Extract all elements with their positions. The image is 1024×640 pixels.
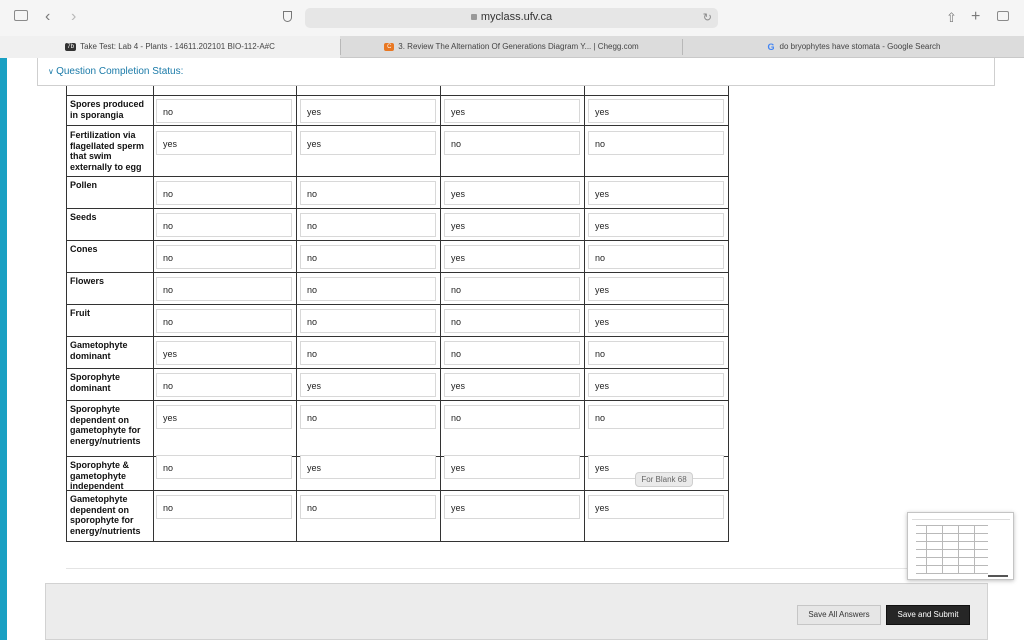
new-tab-icon[interactable]: + — [971, 9, 980, 25]
answer-field[interactable]: yes — [444, 213, 580, 237]
answer-field[interactable]: no — [300, 245, 436, 269]
divider — [66, 568, 996, 569]
save-all-answers-button[interactable]: Save All Answers — [797, 605, 881, 625]
tab-take-test[interactable]: 7b Take Test: Lab 4 - Plants - 14611.2021… — [0, 36, 340, 58]
answer-field[interactable]: no — [444, 309, 580, 333]
answer-field[interactable]: no — [300, 309, 436, 333]
row-label-cones: Cones — [70, 244, 98, 254]
answer-field[interactable]: no — [156, 455, 292, 479]
address-bar[interactable]: myclass.ufv.ca ↻ — [305, 8, 718, 28]
answer-field[interactable]: yes — [156, 405, 292, 429]
row-label-fertilization: Fertilization via flagellated sperm that… — [70, 130, 145, 172]
tab-overview-icon[interactable] — [997, 11, 1009, 21]
google-favicon-icon: G — [767, 41, 775, 52]
answer-field[interactable]: no — [300, 277, 436, 301]
answer-field[interactable]: no — [300, 495, 436, 519]
answer-field[interactable]: no — [588, 405, 724, 429]
answer-field[interactable]: no — [588, 131, 724, 155]
share-icon[interactable]: ⇧ — [946, 10, 957, 26]
row-label-spores: Spores produced in sporangia — [70, 99, 145, 120]
row-label-sporophyte-dominant: Sporophyte dominant — [70, 372, 121, 393]
answer-field[interactable]: no — [444, 341, 580, 365]
answer-field[interactable]: no — [444, 405, 580, 429]
answer-field[interactable]: no — [300, 341, 436, 365]
answer-field[interactable]: yes — [444, 495, 580, 519]
answer-field[interactable]: yes — [300, 131, 436, 155]
answer-field[interactable]: no — [588, 341, 724, 365]
answer-field[interactable]: yes — [588, 213, 724, 237]
answer-field[interactable]: yes — [444, 245, 580, 269]
answer-field[interactable]: yes — [588, 309, 724, 333]
row-label-fruit: Fruit — [70, 308, 90, 318]
url-text: myclass.ufv.ca — [480, 11, 553, 23]
forward-icon[interactable]: › — [71, 9, 76, 25]
left-gutter — [7, 58, 30, 640]
answer-field[interactable]: yes — [300, 373, 436, 397]
answer-field[interactable]: yes — [444, 181, 580, 205]
chegg-favicon-icon: C — [384, 42, 395, 51]
answer-field[interactable]: no — [156, 373, 292, 397]
answer-field[interactable]: no — [588, 245, 724, 269]
answer-field[interactable]: no — [300, 213, 436, 237]
answer-field[interactable]: yes — [588, 181, 724, 205]
lock-icon — [470, 14, 477, 21]
row-label-flowers: Flowers — [70, 276, 105, 286]
answer-field[interactable]: no — [300, 181, 436, 205]
answer-field[interactable]: yes — [300, 455, 436, 479]
answer-field[interactable]: no — [444, 131, 580, 155]
answer-field[interactable]: no — [300, 405, 436, 429]
question-completion-status[interactable]: ∨ Question Completion Status: — [37, 58, 995, 86]
privacy-shield-icon[interactable] — [283, 11, 292, 22]
row-label-seeds: Seeds — [70, 212, 97, 222]
answer-field[interactable]: yes — [444, 373, 580, 397]
answer-field[interactable]: no — [156, 181, 292, 205]
screenshot-thumbnail[interactable] — [907, 512, 1014, 580]
answer-field[interactable]: yes — [588, 373, 724, 397]
answer-field[interactable]: no — [156, 309, 292, 333]
answer-field[interactable]: yes — [588, 495, 724, 519]
row-label-independent: Sporophyte & gametophyte independent — [70, 460, 130, 491]
answer-field[interactable]: yes — [444, 455, 580, 479]
answer-field[interactable]: yes — [588, 99, 724, 123]
answer-field[interactable]: no — [156, 245, 292, 269]
status-label: Question Completion Status: — [56, 66, 184, 77]
tab-title: do bryophytes have stomata - Google Sear… — [779, 42, 941, 51]
row-label-gametophyte-dependent: Gametophyte dependent on sporophyte for … — [70, 494, 141, 536]
tab-title: 3. Review The Alternation Of Generations… — [398, 42, 639, 51]
answer-field[interactable]: no — [156, 277, 292, 301]
answer-field[interactable]: yes — [444, 99, 580, 123]
row-label-sporophyte-dependent: Sporophyte dependent on gametophyte for … — [70, 404, 141, 446]
tab-bar: 7b Take Test: Lab 4 - Plants - 14611.2021… — [0, 36, 1024, 58]
answer-field[interactable]: yes — [300, 99, 436, 123]
reload-icon[interactable]: ↻ — [703, 11, 712, 24]
answer-field[interactable]: yes — [156, 341, 292, 365]
answer-field[interactable]: no — [444, 277, 580, 301]
tab-google-search[interactable]: Gdo bryophytes have stomata - Google Sea… — [683, 36, 1024, 58]
sidebar-icon[interactable] — [14, 10, 28, 21]
tab-title: Take Test: Lab 4 - Plants - 14611.202101… — [80, 42, 275, 51]
row-label-pollen: Pollen — [70, 180, 98, 190]
answer-field[interactable]: no — [156, 495, 292, 519]
row-label-gametophyte-dominant: Gametophyte dominant — [70, 340, 128, 361]
left-accent-bar — [0, 58, 7, 640]
back-icon[interactable]: ‹ — [45, 9, 50, 25]
browser-toolbar: ‹ › myclass.ufv.ca ↻ ⇧ + — [0, 0, 1024, 36]
answer-field[interactable]: no — [156, 99, 292, 123]
answer-field[interactable]: yes — [156, 131, 292, 155]
blank-tooltip: For Blank 68 — [635, 472, 693, 487]
tab-chegg[interactable]: C 3. Review The Alternation Of Generation… — [341, 36, 682, 58]
blackboard-favicon-icon: 7b — [65, 42, 77, 51]
answer-field[interactable]: no — [156, 213, 292, 237]
answer-field[interactable]: yes — [588, 277, 724, 301]
save-and-submit-button[interactable]: Save and Submit — [886, 605, 970, 625]
answer-table: Spores produced in sporangia no yes yes … — [66, 66, 729, 542]
chevron-down-icon: ∨ — [48, 67, 57, 76]
